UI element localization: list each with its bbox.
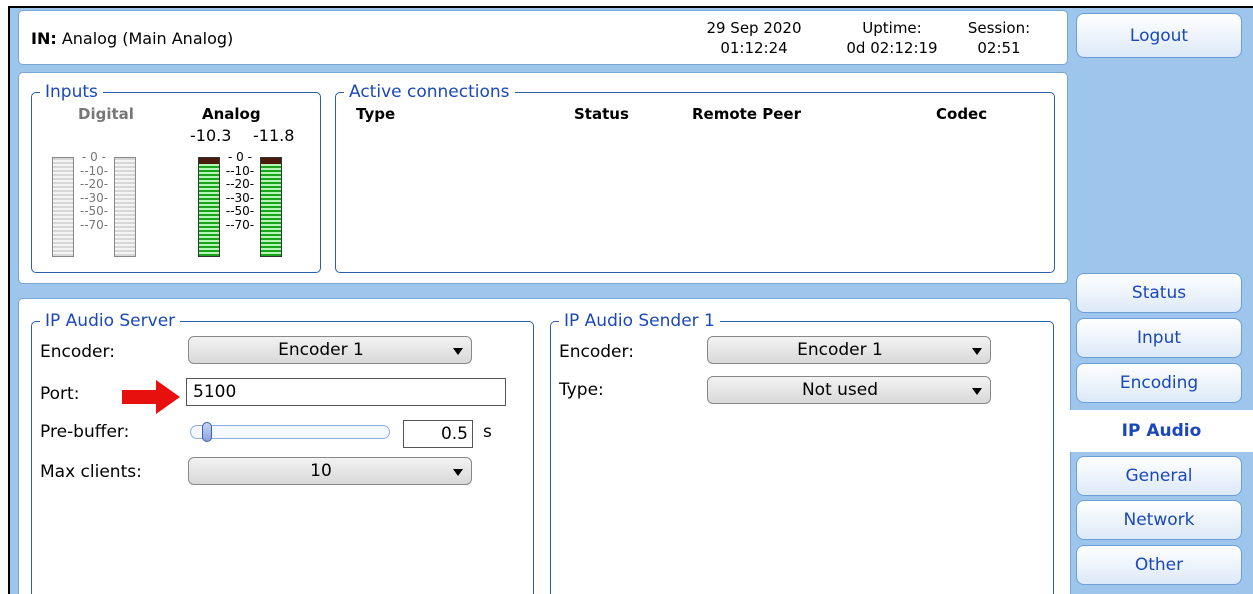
meter-scale-label: --10- — [79, 163, 109, 178]
meter-scale-label: --50- — [79, 204, 109, 218]
column-type: Type — [356, 105, 396, 123]
digital-scale: - 0 - --10- --20- --30- --50- --70- — [75, 150, 113, 232]
analog-left-meter — [198, 157, 220, 257]
digital-right-meter — [114, 157, 136, 257]
meter-scale-label: --70- — [225, 217, 255, 232]
column-status: Status — [574, 105, 629, 123]
prebuffer-value-input[interactable]: 0.5 — [403, 420, 473, 448]
server-encoder-select[interactable]: Encoder 1 — [188, 336, 472, 364]
meter-scale-label: --30- — [225, 190, 255, 205]
meter-scale-label: --50- — [225, 204, 255, 218]
sender-encoder-value: Encoder 1 — [797, 340, 883, 360]
sender-encoder-select[interactable]: Encoder 1 — [707, 336, 991, 364]
meter-scale-label: --20- — [79, 177, 109, 191]
server-maxclients-value: 10 — [310, 461, 332, 481]
server-prebuffer-label: Pre-buffer: — [40, 422, 130, 442]
nav-general[interactable]: General — [1076, 456, 1242, 496]
active-connections-group: Active connections Type Status Remote Pe… — [335, 82, 1055, 273]
prebuffer-slider-handle[interactable] — [202, 422, 212, 442]
date-text: 29 Sep 2020 — [706, 19, 802, 37]
prebuffer-slider[interactable] — [190, 425, 390, 439]
datetime-display: 29 Sep 2020 01:12:24 — [694, 18, 814, 58]
logout-button[interactable]: Logout — [1076, 13, 1242, 58]
red-arrow-icon — [122, 380, 180, 414]
nav-network[interactable]: Network — [1076, 500, 1242, 540]
session-display: Session: 02:51 — [959, 18, 1039, 58]
chevron-down-icon — [453, 348, 463, 355]
chevron-down-icon — [972, 348, 982, 355]
chevron-down-icon — [972, 388, 982, 395]
status-panel: Inputs Digital Analog -10.3 -11.8 - 0 --… — [18, 72, 1068, 284]
input-source-label: IN: — [31, 29, 57, 48]
prebuffer-unit: s — [483, 422, 492, 442]
nav-status[interactable]: Status — [1076, 273, 1242, 313]
header-bar: IN: Analog (Main Analog) 29 Sep 2020 01:… — [18, 10, 1068, 65]
server-maxclients-select[interactable]: 10 — [188, 457, 472, 485]
input-source-value: Analog (Main Analog) — [61, 29, 234, 48]
nav-encoding[interactable]: Encoding — [1076, 363, 1242, 403]
meter-scale-label: --20- — [225, 177, 255, 191]
digital-left-meter — [52, 157, 74, 257]
nav-input[interactable]: Input — [1076, 318, 1242, 358]
meter-scale-label: --10- — [225, 163, 255, 178]
session-value: 02:51 — [977, 39, 1021, 57]
ip-audio-server-title: IP Audio Server — [40, 311, 181, 331]
meter-scale-label: --70- — [79, 217, 109, 232]
server-port-input[interactable]: 5100 — [186, 378, 506, 406]
server-port-label: Port: — [40, 384, 80, 404]
column-remote-peer: Remote Peer — [692, 105, 801, 123]
ip-audio-sender-group: IP Audio Sender 1 Encoder: Encoder 1 Typ… — [550, 311, 1054, 594]
chevron-down-icon — [453, 469, 463, 476]
column-codec: Codec — [936, 105, 988, 123]
nav-other[interactable]: Other — [1076, 545, 1242, 585]
analog-right-meter — [260, 157, 282, 257]
analog-left-level: -10.3 — [190, 126, 232, 145]
sender-type-label: Type: — [559, 380, 604, 400]
uptime-value: 0d 02:12:19 — [846, 39, 938, 57]
active-connections-title: Active connections — [344, 82, 515, 102]
nav-ip-audio[interactable]: IP Audio — [1070, 410, 1253, 452]
digital-label: Digital — [78, 105, 134, 123]
time-text: 01:12:24 — [720, 39, 788, 57]
meter-scale-label: --30- — [79, 190, 109, 205]
analog-scale: - 0 - --10- --20- --30- --50- --70- — [221, 150, 259, 232]
server-encoder-value: Encoder 1 — [278, 340, 364, 360]
input-source-title: IN: Analog (Main Analog) — [31, 29, 233, 48]
ip-audio-panel: IP Audio Server Encoder: Encoder 1 Port:… — [18, 298, 1071, 594]
meter-scale-label: - 0 - — [228, 150, 252, 164]
inputs-title: Inputs — [40, 82, 103, 102]
analog-right-level: -11.8 — [253, 126, 295, 145]
session-label: Session: — [967, 19, 1031, 37]
meter-scale-label: - 0 - — [82, 150, 106, 164]
uptime-display: Uptime: 0d 02:12:19 — [837, 18, 947, 58]
ip-audio-sender-title: IP Audio Sender 1 — [559, 311, 720, 331]
analog-label: Analog — [202, 105, 261, 123]
inputs-group: Inputs Digital Analog -10.3 -11.8 - 0 --… — [31, 82, 321, 273]
sender-type-value: Not used — [801, 380, 879, 400]
server-maxclients-label: Max clients: — [40, 462, 142, 482]
sender-type-select[interactable]: Not used — [707, 376, 991, 404]
uptime-label: Uptime: — [862, 19, 922, 37]
ip-audio-server-group: IP Audio Server Encoder: Encoder 1 Port:… — [31, 311, 534, 594]
sender-encoder-label: Encoder: — [559, 342, 634, 362]
server-encoder-label: Encoder: — [40, 342, 115, 362]
